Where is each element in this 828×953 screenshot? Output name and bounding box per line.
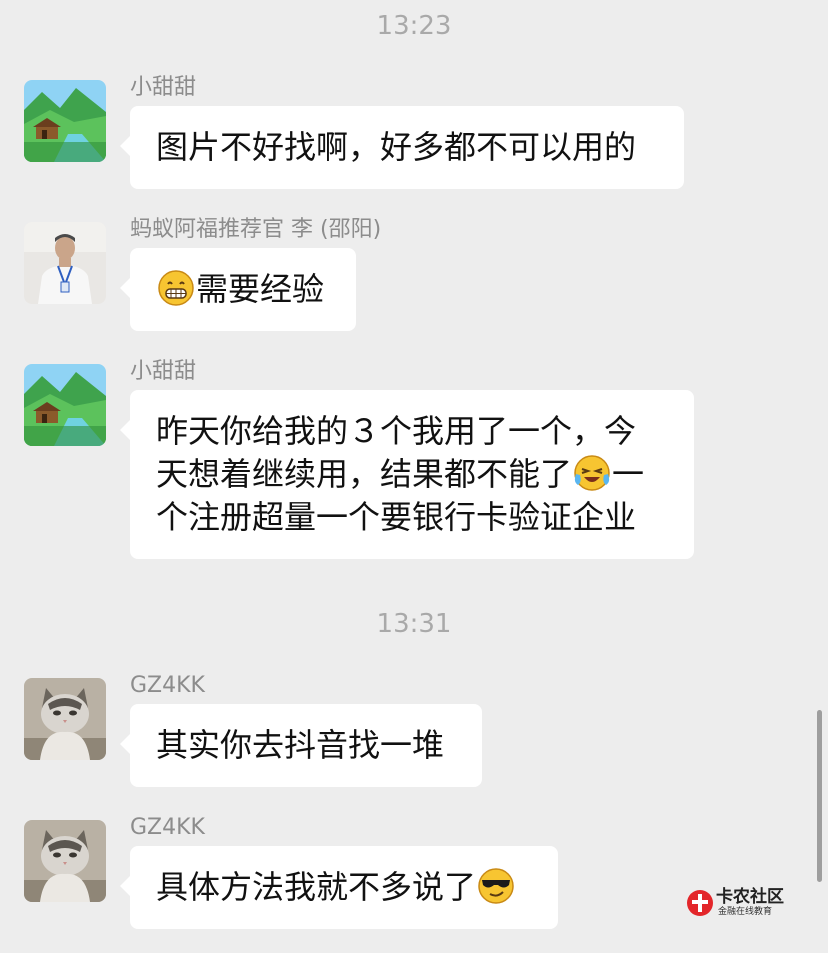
message-bubble[interactable]: 需要经验 [120, 248, 356, 331]
message-bubble[interactable]: 图片不好找啊，好多都不可以用的 [120, 106, 684, 189]
message-line: 天想着继续用，结果都不能了 一 [156, 453, 668, 496]
sender-name: GZ4KK [130, 815, 205, 840]
watermark: 卡农社区 金融在线教育 [686, 887, 796, 921]
grinning-emoji [157, 269, 195, 307]
sender-name: 小甜甜 [130, 359, 197, 384]
sunglasses-emoji [477, 867, 515, 905]
scrollbar[interactable] [817, 710, 822, 882]
man-avatar[interactable] [24, 222, 106, 304]
message-bubble[interactable]: 昨天你给我的３个我用了一个，今 天想着继续用，结果都不能了 一 个注册超量一个要… [120, 390, 694, 559]
message-text: 一 [612, 455, 645, 493]
watermark-title: 卡农社区 [716, 887, 784, 907]
cat-avatar[interactable] [24, 820, 106, 902]
landscape-avatar[interactable] [24, 364, 106, 446]
message-text: 其实你去抖音找一堆 [156, 726, 445, 764]
message-text: 天想着继续用，结果都不能了 [156, 455, 573, 493]
sender-name: 小甜甜 [130, 75, 197, 100]
message-bubble[interactable]: 其实你去抖音找一堆 [120, 704, 482, 787]
message-line: 昨天你给我的３个我用了一个，今 [156, 412, 637, 450]
message-text: 需要经验 [196, 270, 325, 308]
message-text: 图片不好找啊，好多都不可以用的 [156, 128, 637, 166]
landscape-avatar[interactable] [24, 80, 106, 162]
watermark-subtitle: 金融在线教育 [718, 907, 773, 917]
message-line: 个注册超量一个要银行卡验证企业 [156, 498, 637, 536]
sender-name: 蚂蚁阿福推荐官 李 (邵阳) [130, 217, 382, 242]
watermark-logo-icon [687, 890, 713, 916]
message-bubble[interactable]: 具体方法我就不多说了 [120, 846, 558, 929]
timestamp: 13:31 [376, 609, 452, 639]
sender-name: GZ4KK [130, 673, 205, 698]
cat-avatar[interactable] [24, 678, 106, 760]
message-text: 具体方法我就不多说了 [156, 868, 477, 906]
crying-laughing-emoji [573, 454, 611, 492]
timestamp: 13:23 [376, 11, 452, 41]
